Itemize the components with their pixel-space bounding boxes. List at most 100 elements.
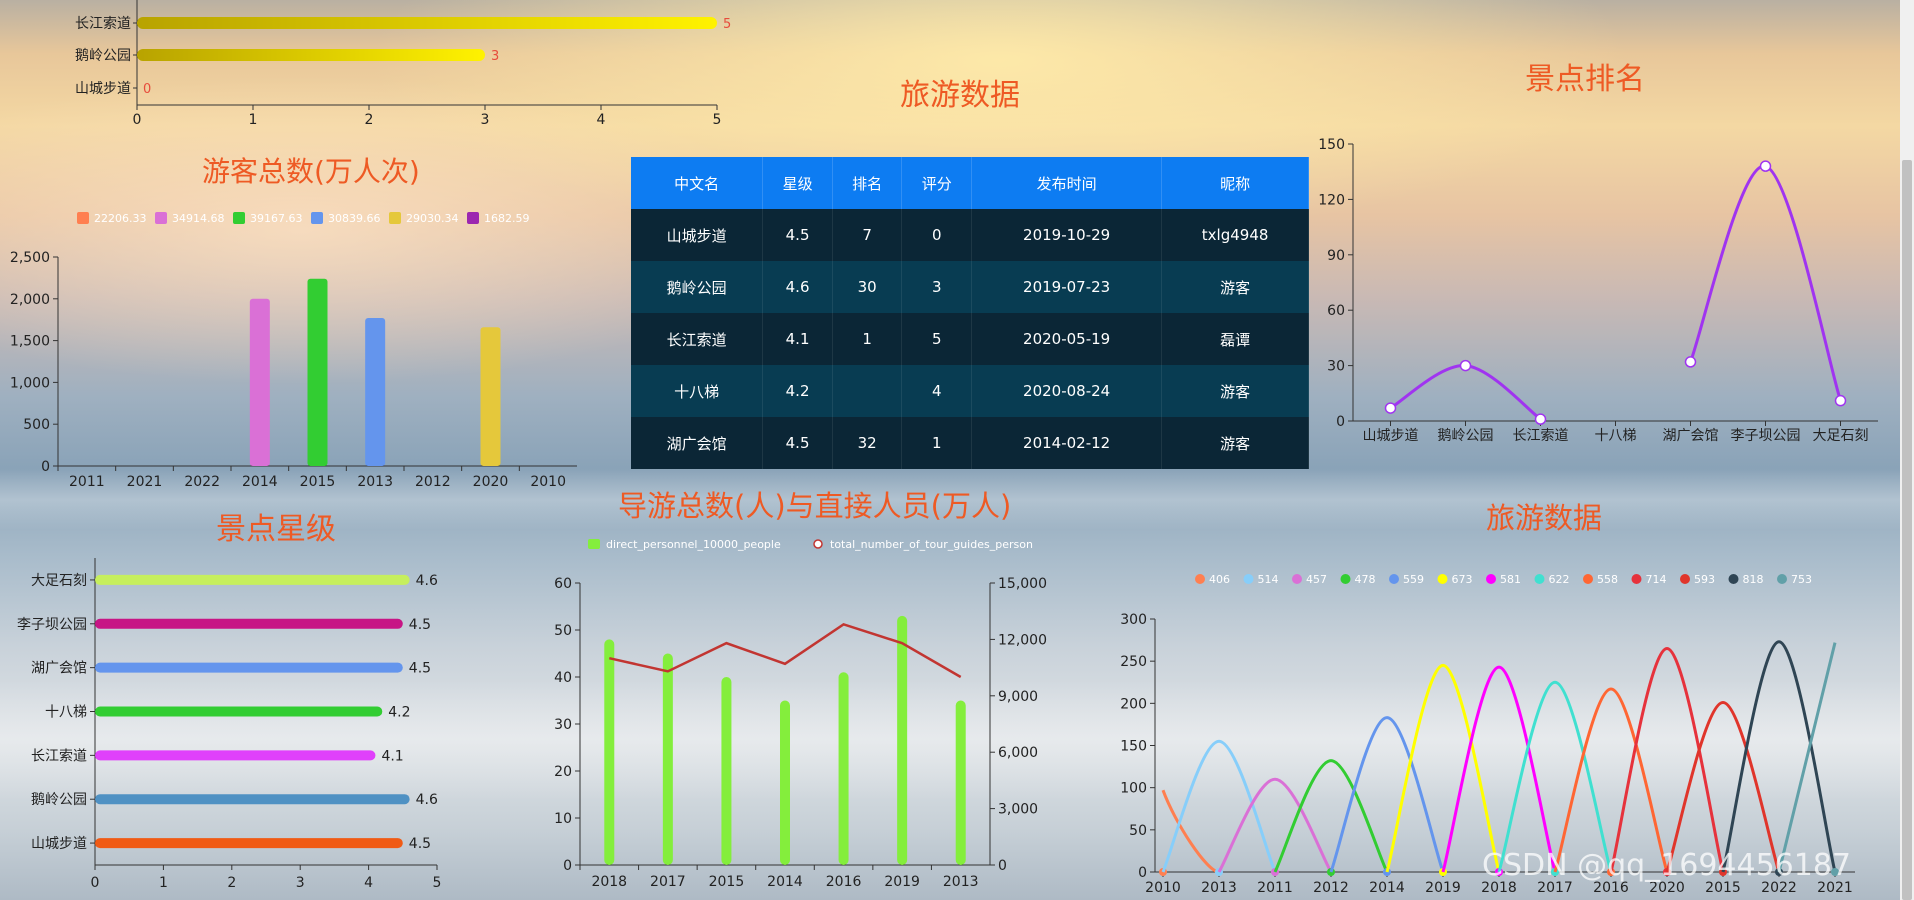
scrollbar[interactable] — [1900, 0, 1914, 900]
x-tick-label: 2013 — [943, 874, 979, 890]
bar-value-label: 4.6 — [416, 792, 438, 808]
y-tick-label: 150 — [1318, 137, 1345, 153]
stars-chart-title: 景点星级 — [216, 512, 336, 547]
y-tick-label: 0 — [1336, 414, 1345, 430]
legend-swatch — [1389, 574, 1399, 584]
y-tick-label: 0 — [1138, 865, 1147, 881]
y-tick-label: 0 — [563, 858, 572, 874]
table-cell: 30 — [832, 261, 903, 313]
y-category-label: 大足石刻 — [31, 573, 87, 589]
series-line — [1161, 739, 1277, 873]
csdn-watermark: CSDN @qq_1694456187 — [1482, 848, 1852, 883]
x-tick-label: 2014 — [242, 474, 278, 490]
bar — [365, 318, 386, 466]
series-line — [1329, 716, 1445, 873]
y-tick-label: 1,500 — [10, 334, 50, 350]
data-point — [1459, 359, 1472, 372]
legend-swatch — [1486, 574, 1496, 584]
bar — [604, 639, 615, 865]
column-header[interactable]: 排名 — [832, 157, 903, 209]
y-tick-label: 3,000 — [998, 802, 1038, 818]
x-tick-label: 2010 — [1145, 880, 1181, 896]
series-line — [1389, 364, 1542, 421]
legend-label: direct_personnel_10000_people — [606, 538, 781, 551]
legend-label: 559 — [1403, 573, 1424, 586]
table-row[interactable]: 十八梯 4.2 4 2020-08-24 游客 — [631, 365, 1309, 417]
table-cell: 3 — [901, 261, 973, 313]
data-point — [1759, 160, 1772, 172]
legend-swatch — [1195, 574, 1205, 584]
table-cell: 7 — [832, 209, 903, 261]
bar — [780, 700, 790, 865]
legend-label: 30839.66 — [328, 212, 381, 225]
y-category-label: 十八梯 — [45, 705, 87, 721]
stars-chart: 0 1 2 3 4 5 大足石刻 4.6 李子坝公园 4.5 湖广会馆 4.5 十八梯 4.2 长江索道 4.… — [17, 558, 441, 891]
column-header[interactable]: 昵称 — [1161, 157, 1309, 209]
legend-swatch — [233, 212, 245, 224]
y-category-label: 长江索道 — [31, 747, 87, 764]
table-cell: 鹅岭公园 — [631, 261, 764, 313]
table-cell: 1 — [832, 313, 903, 365]
x-tick-label: 2021 — [127, 474, 163, 490]
bar-value-label: 3 — [491, 49, 499, 64]
x-tick-label: 李子坝公园 — [1731, 428, 1801, 444]
data-point — [1384, 402, 1397, 414]
table-cell: 4.2 — [762, 365, 833, 417]
y-category-label: 李子坝公园 — [17, 617, 87, 633]
legend-swatch — [1583, 574, 1593, 584]
x-tick-label: 2016 — [826, 874, 862, 890]
table-cell: 山城步道 — [631, 209, 764, 261]
y-tick-label: 6,000 — [998, 745, 1038, 761]
y-tick-label: 90 — [1327, 248, 1345, 264]
table-cell: 2019-07-23 — [971, 261, 1163, 313]
y-tick-label: 1,000 — [10, 375, 50, 391]
legend-label: 1682.59 — [484, 212, 530, 225]
x-tick-label: 4 — [597, 112, 606, 128]
bar — [480, 327, 501, 466]
series-line — [1609, 647, 1725, 873]
x-tick-label: 山城步道 — [1363, 428, 1419, 444]
legend-swatch — [1728, 574, 1739, 584]
series-line — [1161, 789, 1220, 874]
column-header[interactable]: 星级 — [762, 157, 833, 209]
column-header[interactable]: 中文名 — [631, 157, 764, 209]
table-row[interactable]: 鹅岭公园 4.6 30 3 2019-07-23 游客 — [631, 261, 1309, 313]
column-header[interactable]: 发布时间 — [971, 157, 1163, 209]
top-bar-chart: 0 1 2 3 4 5长江索道 5鹅岭公园 3山城步道 0 — [75, 0, 731, 128]
table-cell: 2019-10-29 — [971, 209, 1163, 261]
legend-label: 753 — [1791, 573, 1812, 586]
legend-label: total_number_of_tour_guides_person — [830, 538, 1033, 551]
table-row[interactable]: 湖广会馆 4.5 32 1 2014-02-12 游客 — [631, 417, 1309, 469]
x-tick-label: 2 — [227, 875, 236, 891]
legend-swatch — [813, 539, 823, 549]
y-tick-label: 9,000 — [998, 689, 1038, 705]
legend-swatch — [1292, 574, 1302, 584]
bar — [95, 618, 403, 629]
legend-label: 406 — [1209, 573, 1230, 586]
legend-label: 478 — [1355, 573, 1376, 586]
legend-label: 818 — [1743, 573, 1764, 586]
table-cell: 游客 — [1161, 365, 1309, 417]
y-tick-label: 0 — [998, 858, 1007, 874]
y-tick-label: 20 — [554, 764, 572, 780]
column-header[interactable]: 评分 — [901, 157, 973, 209]
bar — [95, 706, 383, 717]
x-tick-label: 2019 — [884, 874, 920, 890]
bar-value-label: 4.5 — [409, 617, 431, 633]
tourism-chart-title: 旅游数据 — [1486, 501, 1603, 535]
scrollbar-thumb[interactable] — [1902, 160, 1912, 900]
series-line — [1497, 680, 1613, 873]
series-line — [1689, 164, 1842, 402]
y-tick-label: 300 — [1120, 612, 1147, 628]
table-row[interactable]: 山城步道 4.5 7 0 2019-10-29 txlg4948 — [631, 209, 1309, 261]
table-cell: 游客 — [1161, 417, 1309, 469]
legend-label: 581 — [1500, 573, 1521, 586]
x-tick-label: 2 — [365, 112, 374, 128]
bar — [137, 17, 717, 29]
legend-swatch — [588, 539, 600, 549]
visitors-chart: 22206.33 34914.68 39167.63 30839.66 29030.34… — [10, 212, 577, 490]
x-tick-label: 2010 — [530, 474, 566, 490]
y-tick-label: 2,000 — [10, 292, 50, 308]
table-row[interactable]: 长江索道 4.1 1 5 2020-05-19 磊谭 — [631, 313, 1309, 365]
legend-swatch — [1534, 574, 1545, 584]
